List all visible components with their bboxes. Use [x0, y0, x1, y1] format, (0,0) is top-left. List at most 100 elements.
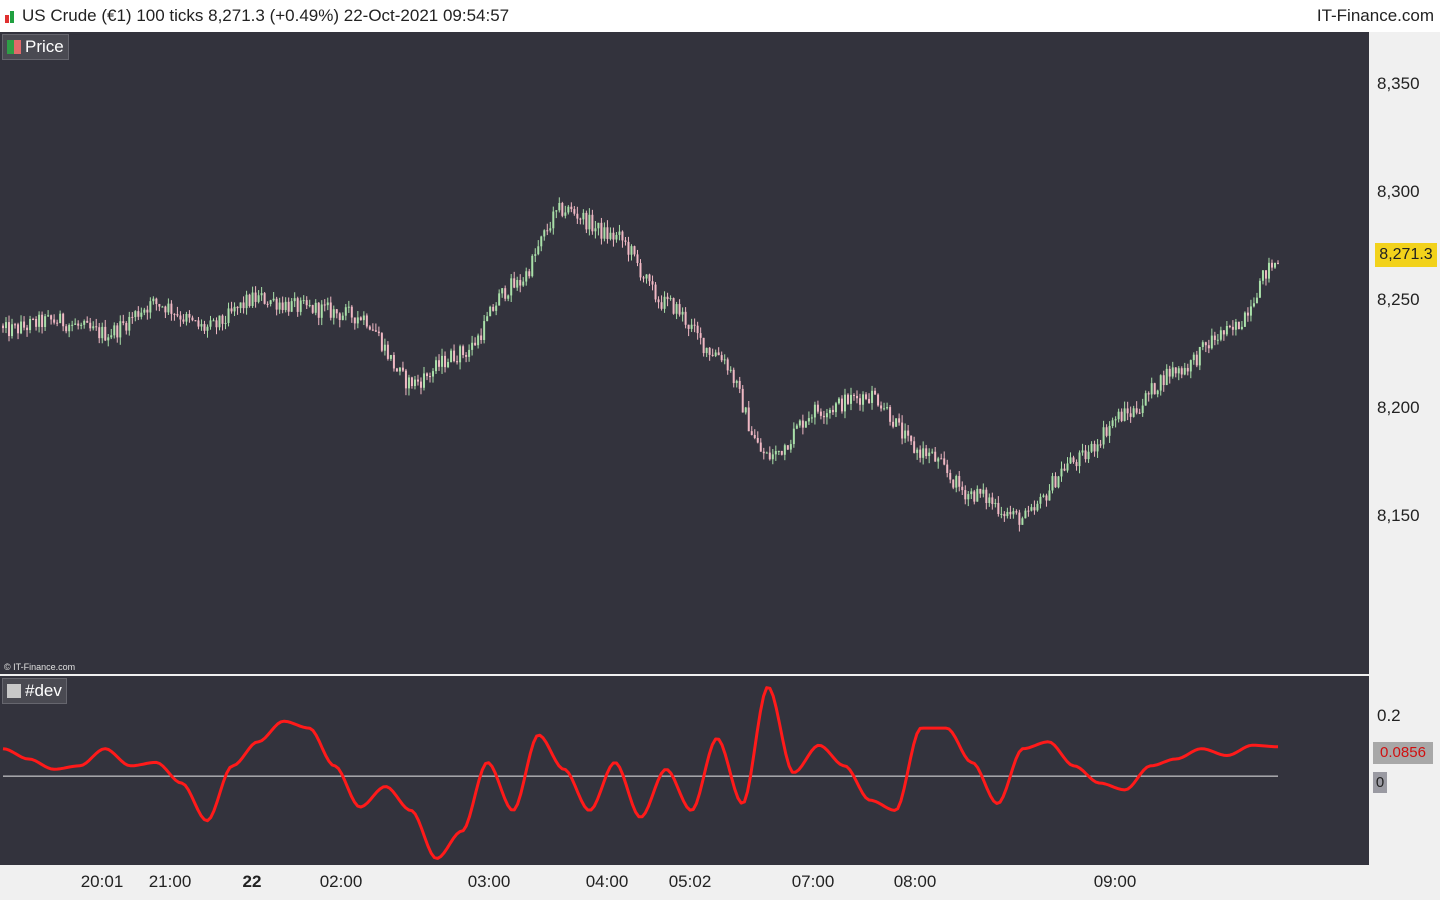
price-candle-body: [413, 379, 416, 387]
price-candle-body: [531, 255, 534, 277]
price-candle-body: [305, 300, 308, 306]
price-candle-body: [1273, 262, 1276, 268]
price-candle-body: [1168, 368, 1171, 377]
price-candle-body: [462, 346, 465, 356]
price-candle-body: [973, 491, 976, 502]
price-candle-body: [570, 206, 573, 210]
price-candle-body: [612, 232, 615, 240]
price-candle-body: [1006, 511, 1009, 517]
price-candle-body: [783, 445, 786, 455]
time-tick-label: 09:00: [1093, 872, 1137, 891]
price-candle-body: [1261, 270, 1264, 281]
price-candle-body: [904, 430, 907, 439]
price-candle-body: [1183, 367, 1186, 375]
price-candle-body: [329, 302, 332, 318]
price-candle-body: [901, 422, 904, 439]
price-candle-body: [588, 214, 591, 230]
price-candle-body: [392, 355, 395, 369]
price-candle-body: [1084, 450, 1087, 460]
price-candle-body: [1264, 270, 1267, 279]
price-candle-body: [910, 435, 913, 442]
price-candle-body: [1162, 375, 1165, 386]
price-candle-body: [961, 486, 964, 491]
price-candle-body: [741, 388, 744, 413]
price-candle-body: [77, 323, 80, 326]
price-candle-body: [209, 320, 212, 327]
time-axis[interactable]: 20:01 21:00 22 02:00 03:00 04:00 05:02 0…: [0, 866, 1369, 900]
dev-pane-label[interactable]: #dev: [2, 678, 67, 704]
price-candle-body: [1141, 405, 1144, 414]
price-candle-body: [579, 218, 582, 220]
price-candle-body: [624, 240, 627, 242]
price-pane-label[interactable]: Price: [2, 34, 69, 60]
price-candle-body: [723, 359, 726, 361]
price-candle-body: [290, 301, 293, 312]
price-candle-body: [26, 327, 29, 331]
price-candle-body: [537, 246, 540, 255]
price-candle-body: [913, 441, 916, 453]
price-candle-body: [465, 355, 468, 357]
price-candle-body: [648, 274, 651, 282]
price-candle-body: [1258, 280, 1261, 298]
price-candle-body: [218, 315, 221, 328]
price-candle-body: [922, 448, 925, 458]
price-candle-body: [362, 315, 365, 321]
price-candle-body: [840, 398, 843, 412]
price-candle-body: [401, 367, 404, 371]
price-candle-body: [1165, 368, 1168, 386]
price-candle-body: [675, 304, 678, 314]
price-candle-body: [1063, 468, 1066, 471]
price-candle-body: [937, 458, 940, 462]
price-candle-body: [609, 232, 612, 239]
price-candle-body: [696, 325, 699, 334]
price-candle-body: [828, 409, 831, 414]
price-candle-body: [982, 489, 985, 494]
price-candle-body: [759, 442, 762, 452]
price-candle-body: [1105, 427, 1108, 436]
price-candle-body: [1039, 496, 1042, 504]
price-candle-body: [296, 298, 299, 312]
price-candle-body: [275, 298, 278, 310]
price-candle-body: [365, 315, 368, 327]
brand-name[interactable]: IT-Finance.com: [1317, 6, 1434, 26]
price-candle-body: [438, 360, 441, 367]
price-candle-body: [777, 450, 780, 452]
price-candle-body: [65, 326, 68, 332]
price-candle-body: [230, 308, 233, 312]
price-candle-body: [843, 394, 846, 412]
price-candle-body: [347, 306, 350, 308]
price-candle-body: [603, 227, 606, 239]
price-candle-body: [540, 236, 543, 247]
price-candle-body: [825, 413, 828, 418]
price-candle-body: [513, 278, 516, 288]
price-candle-body: [865, 394, 868, 399]
price-candle-body: [359, 317, 362, 321]
price-candle-body: [353, 317, 356, 324]
price-candle-body: [215, 320, 218, 328]
price-candle-body: [149, 301, 152, 313]
price-candle-body: [693, 324, 696, 326]
price-candle-body: [702, 337, 705, 354]
price-candle-body: [729, 369, 732, 371]
price-candle-body: [774, 451, 777, 455]
copyright-text: © IT-Finance.com: [4, 662, 76, 672]
price-candle-body: [459, 346, 462, 363]
price-candle-body: [119, 321, 122, 338]
price-candle-body: [768, 452, 771, 460]
price-candle-body: [789, 444, 792, 450]
price-candle-body: [744, 407, 747, 413]
price-candle-body: [486, 316, 489, 322]
price-candle-body: [717, 352, 720, 356]
price-candle-body: [564, 212, 567, 216]
price-candle-body: [477, 335, 480, 346]
chart-area[interactable]: Price © IT-Finance.com #dev 8,350 8,300 …: [0, 32, 1440, 900]
price-candle-body: [68, 324, 71, 332]
price-candle-body: [113, 325, 116, 336]
price-candle-body: [1249, 306, 1252, 316]
price-candle-body: [940, 458, 943, 460]
price-candle-body: [1126, 408, 1129, 414]
dev-legend-swatch: [7, 684, 21, 698]
price-candle-body: [672, 298, 675, 314]
price-candle-body: [868, 398, 871, 403]
price-candle-body: [404, 370, 407, 389]
